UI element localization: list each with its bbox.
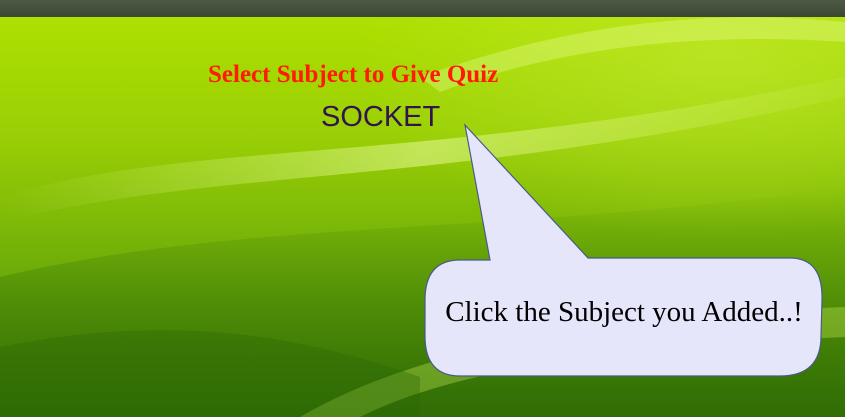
page-heading: Select Subject to Give Quiz	[208, 61, 499, 88]
callout-text: Click the Subject you Added..!	[445, 296, 803, 328]
top-bar	[0, 0, 845, 18]
subject-link-socket[interactable]: SOCKET	[321, 101, 440, 134]
